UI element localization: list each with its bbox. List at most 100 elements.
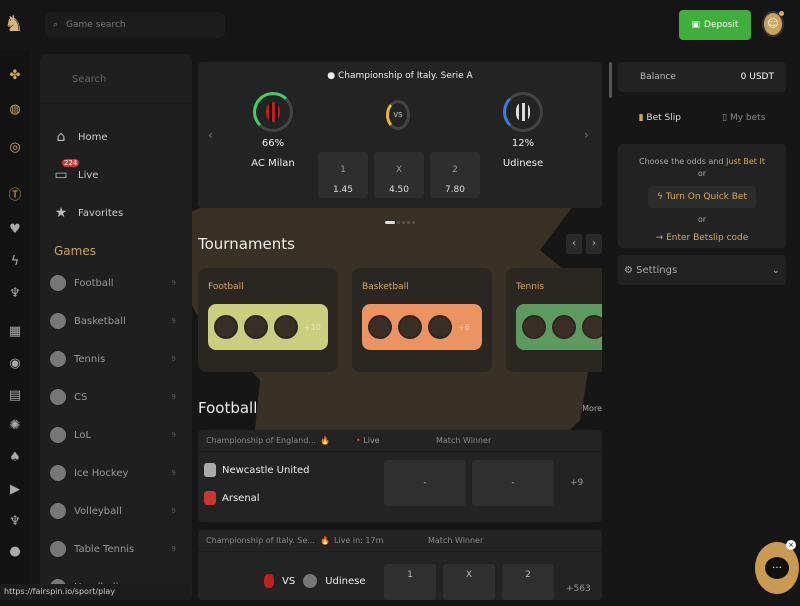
odd-button[interactable]: X <box>443 564 495 600</box>
heart-icon[interactable]: ♥ <box>7 222 23 238</box>
star-icon: ★ <box>54 205 68 221</box>
odd-button-2[interactable]: 2 7.80 <box>430 152 480 198</box>
lightning-icon: ϟ <box>657 192 663 202</box>
more-markets[interactable]: +9 <box>570 478 583 488</box>
sidebar-item-game[interactable]: Ice Hockey 9 <box>40 454 192 492</box>
tab-bet-slip[interactable]: ▮ Bet Slip <box>639 113 681 123</box>
ticket-icon: ▮ <box>638 113 644 123</box>
sport-icon <box>50 503 66 519</box>
match-card[interactable]: Championship of Italy. Se... 🔥 Live in: 17… <box>198 530 602 600</box>
icon-rail: ✤ ◍ ◎ Ⓣ ♥ ϟ ♆ ▦ ◉ ▤ ✺ ♠ ▶ ♆ ● <box>0 50 30 600</box>
video-icon[interactable]: ▶ <box>7 482 23 498</box>
sport-icon <box>50 541 66 557</box>
balance-row: Balance 0 USDT <box>618 62 786 92</box>
tournament-card[interactable]: Tennis <box>506 268 602 372</box>
odd-button-1[interactable]: 1 1.45 <box>318 152 368 198</box>
home-logo <box>264 574 274 588</box>
league-icon <box>522 315 546 339</box>
sport-icon <box>50 465 66 481</box>
quick-bet-button[interactable]: ϟ Turn On Quick Bet <box>648 186 756 208</box>
token-icon[interactable]: Ⓣ <box>7 184 23 203</box>
match-card[interactable]: Championship of England... 🔥 • Live Match W… <box>198 430 602 522</box>
cards-icon[interactable]: ♠ <box>7 450 23 466</box>
live-casino-icon[interactable]: ◉ <box>7 356 23 372</box>
tournament-card[interactable]: Basketball +6 <box>352 268 492 372</box>
odd-button[interactable]: - <box>472 460 554 506</box>
tournament-leagues[interactable] <box>516 304 602 350</box>
next-arrow-icon[interactable]: › <box>584 128 589 142</box>
lightning-icon[interactable]: ϟ <box>7 254 23 270</box>
live-icon: ▭ 224 <box>54 159 80 183</box>
search-icon: ⌕ <box>53 20 59 30</box>
status-url: https://fairspin.io/sport/play <box>0 584 190 600</box>
grid-icon[interactable]: ▦ <box>7 324 23 340</box>
league-icon <box>582 315 602 339</box>
odd-button[interactable]: - <box>384 460 466 506</box>
sidebar-item-home[interactable]: ⌂ Home <box>40 118 192 156</box>
balance-value: 0 USDT <box>740 72 774 82</box>
enter-betslip-code-link[interactable]: → Enter Betslip code <box>618 232 786 244</box>
chevron-down-icon: ⌄ <box>771 264 780 276</box>
sidebar-item-live[interactable]: ▭ 224 Live <box>40 156 192 194</box>
tournament-leagues[interactable]: +10 <box>208 304 328 350</box>
sidebar-item-game[interactable]: Football 9 <box>40 264 192 302</box>
sidebar-item-game[interactable]: CS 9 <box>40 378 192 416</box>
bomb-icon[interactable]: ● <box>7 544 23 560</box>
close-chat-icon[interactable]: × <box>786 540 796 550</box>
trophy-icon[interactable]: ♆ <box>7 514 23 530</box>
volleyball-icon[interactable]: ◍ <box>7 102 23 118</box>
tournament-leagues[interactable]: +6 <box>362 304 482 350</box>
sidebar-item-game[interactable]: Table Tennis 9 <box>40 530 192 568</box>
next-page-button[interactable]: › <box>586 234 602 254</box>
gear-icon: ⚙ <box>624 264 633 276</box>
sidebar-item-game[interactable]: Tennis 9 <box>40 340 192 378</box>
sidebar-item-game[interactable]: Volleyball 9 <box>40 492 192 530</box>
live-status: Live in: 17m <box>334 536 384 545</box>
tab-my-bets[interactable]: ▯ My bets <box>722 113 765 123</box>
prev-page-button[interactable]: ‹ <box>566 234 582 254</box>
carousel-dots[interactable] <box>198 216 602 224</box>
avatar[interactable]: ☺ <box>762 11 784 37</box>
away-team: Udinese <box>325 575 366 587</box>
newcastle-logo <box>204 463 216 477</box>
trophy-icon[interactable]: ♆ <box>7 286 23 302</box>
deposit-button[interactable]: ▣ Deposit <box>679 10 751 40</box>
home-team-name: AC Milan <box>251 158 295 169</box>
away-logo <box>303 574 318 588</box>
league-icon <box>244 315 268 339</box>
sidebar-item-game[interactable]: Basketball 9 <box>40 302 192 340</box>
odd-button-x[interactable]: X 4.50 <box>374 152 424 198</box>
odd-button[interactable]: 2 <box>502 564 554 600</box>
games-heading: Games <box>54 244 96 258</box>
league-icon <box>368 315 392 339</box>
more-link[interactable]: More <box>582 404 602 413</box>
away-team-name: Udinese <box>502 158 544 169</box>
settings-accordion[interactable]: ⚙ Settings ⌄ <box>618 255 786 285</box>
roulette-icon[interactable]: ✺ <box>7 418 23 434</box>
sidebar-search-input[interactable]: Search <box>40 54 192 104</box>
tournament-card[interactable]: Football +10 <box>198 268 338 372</box>
fire-icon: 🔥 <box>320 536 330 545</box>
more-markets[interactable]: +563 <box>566 584 591 594</box>
logo-icon[interactable]: ♞ <box>4 12 28 38</box>
slots-icon[interactable]: ▤ <box>7 388 23 404</box>
scrollbar[interactable] <box>609 62 612 98</box>
league-icon <box>428 315 452 339</box>
udinese-logo <box>503 92 543 132</box>
top-bar: ♞ ⌕ Game search ▣ Deposit ☺ <box>0 0 800 50</box>
match-league: Championship of England... <box>206 436 317 445</box>
fire-icon: 🔥 <box>320 436 330 445</box>
league-icon <box>552 315 576 339</box>
sport-icon <box>50 351 66 367</box>
sidebar-item-game[interactable]: LoL 9 <box>40 416 192 454</box>
game-search-input[interactable]: ⌕ Game search <box>45 12 225 38</box>
prev-arrow-icon[interactable]: ‹ <box>208 128 213 142</box>
league-icon <box>214 315 238 339</box>
football-icon[interactable]: ◎ <box>7 140 23 156</box>
away-win-pct: 12% <box>511 138 535 149</box>
casino-icon[interactable]: ✤ <box>7 68 23 84</box>
odd-button[interactable]: 1 <box>384 564 436 600</box>
receipt-icon: ▯ <box>722 113 728 123</box>
chat-icon: … <box>765 557 789 579</box>
sidebar-item-favorites[interactable]: ★ Favorites <box>40 194 192 232</box>
